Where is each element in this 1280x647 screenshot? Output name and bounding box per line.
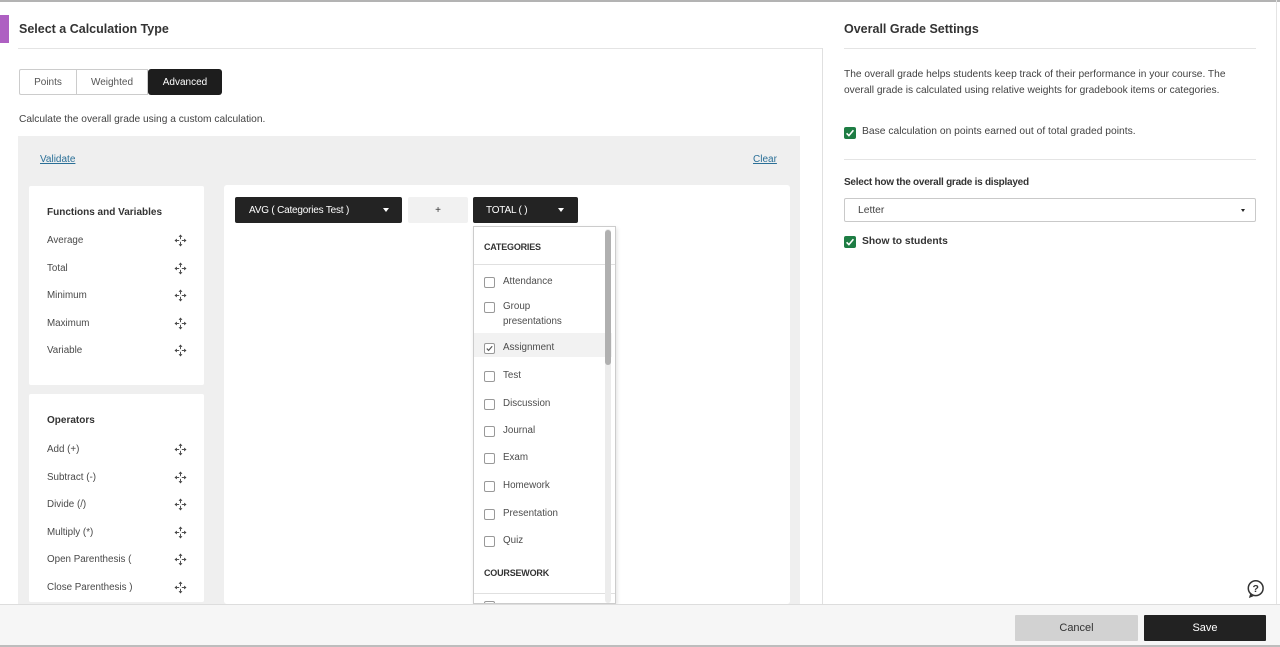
svg-text:?: ? [1252,583,1258,595]
